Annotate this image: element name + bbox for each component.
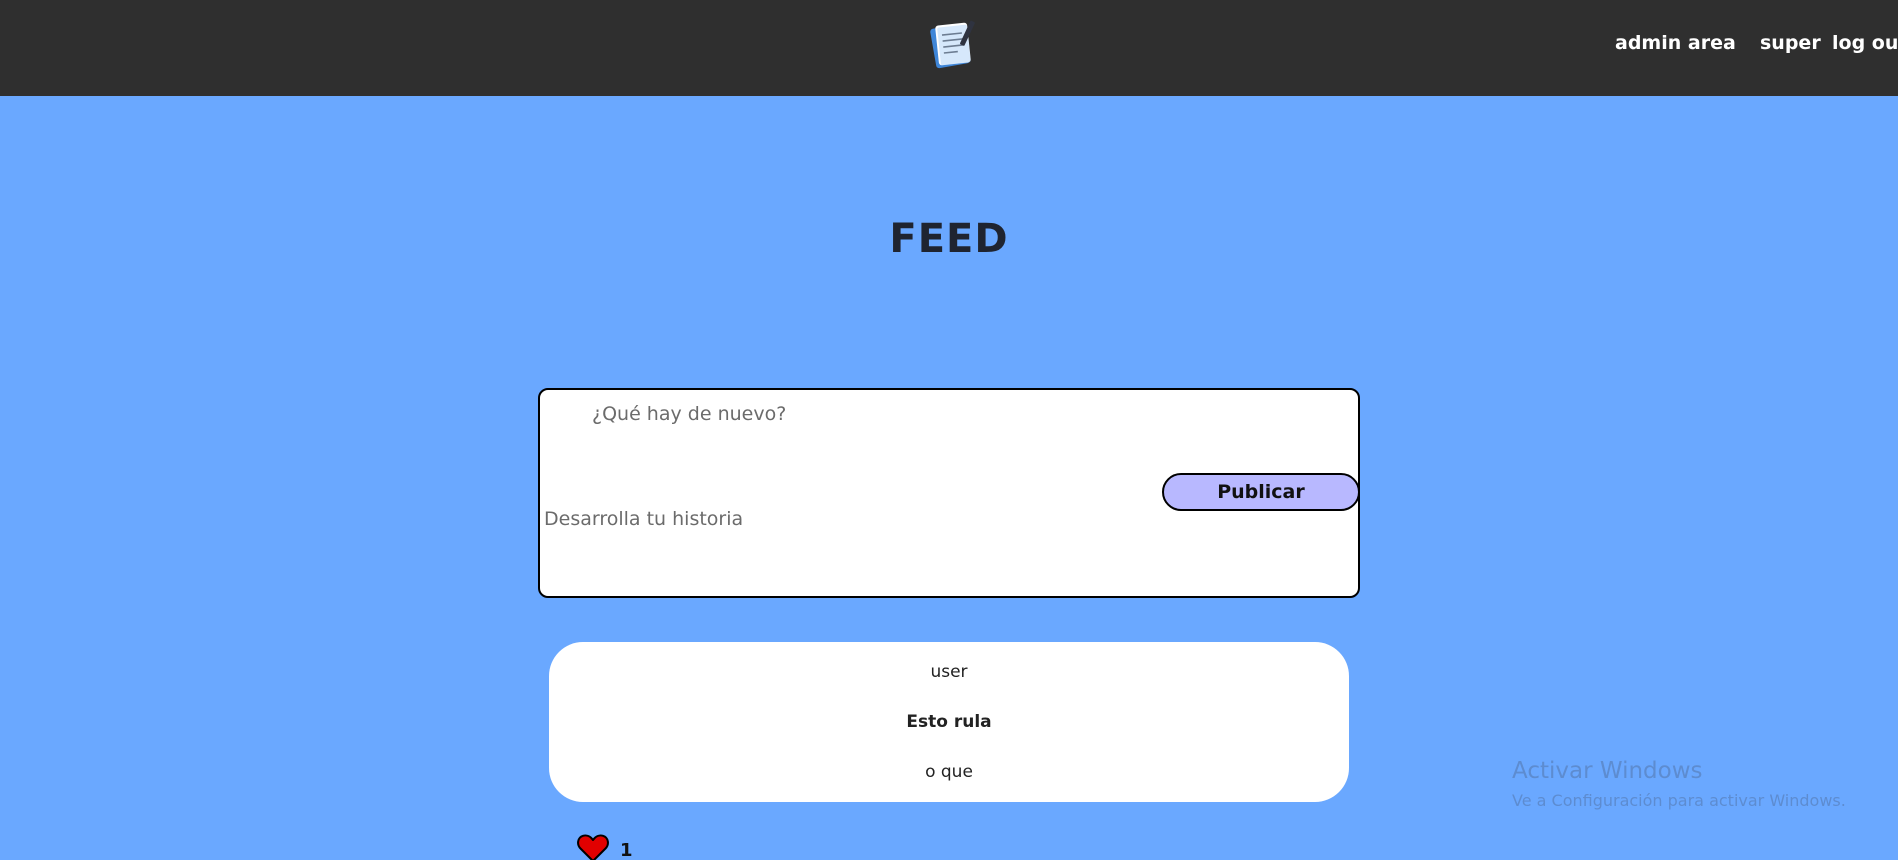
feed-main: FEED Publicar user Esto rula o que 1 Act… bbox=[0, 96, 1898, 862]
admin-area-link[interactable]: admin area bbox=[1615, 32, 1736, 54]
user-profile-link[interactable]: super bbox=[1760, 32, 1821, 54]
heart-icon[interactable] bbox=[577, 833, 609, 863]
logout-link[interactable]: log out bbox=[1832, 32, 1898, 54]
windows-activation-title: Activar Windows bbox=[1512, 758, 1703, 784]
post-body: o que bbox=[925, 762, 973, 782]
post-card: user Esto rula o que bbox=[549, 642, 1349, 802]
notepad-pencil-icon[interactable] bbox=[925, 16, 981, 72]
post-title: Esto rula bbox=[906, 712, 992, 732]
post-composer: Publicar bbox=[538, 388, 1360, 598]
post-body-input[interactable] bbox=[542, 506, 1166, 540]
top-navbar: admin area super log out bbox=[0, 0, 1898, 96]
page-title: FEED bbox=[889, 216, 1009, 262]
post-author: user bbox=[930, 662, 968, 682]
publish-button[interactable]: Publicar bbox=[1162, 473, 1360, 511]
post-title-input[interactable] bbox=[590, 398, 1114, 430]
like-count: 1 bbox=[620, 840, 633, 861]
windows-activation-subtitle: Ve a Configuración para activar Windows. bbox=[1512, 791, 1846, 810]
